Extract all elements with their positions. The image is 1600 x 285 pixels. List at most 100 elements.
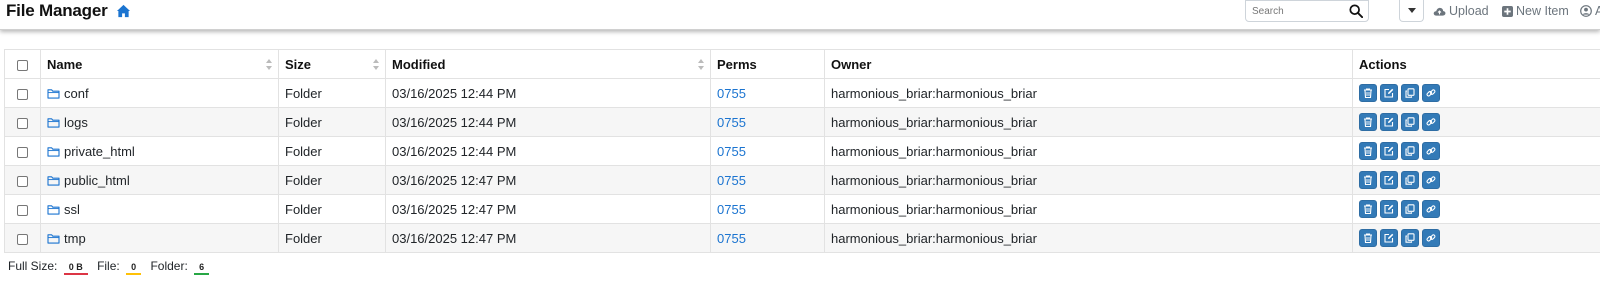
delete-button[interactable]: [1359, 142, 1377, 160]
delete-icon: [1364, 88, 1372, 98]
copy-button[interactable]: [1401, 200, 1419, 218]
size-cell: Folder: [278, 165, 386, 195]
row-checkbox[interactable]: [17, 204, 28, 216]
sort-icon[interactable]: [373, 59, 379, 70]
delete-icon: [1364, 117, 1372, 127]
link-button[interactable]: [1422, 229, 1440, 247]
actions-cell: [1352, 194, 1600, 224]
column-header-modified[interactable]: Modified: [385, 49, 711, 79]
file-name[interactable]: public_html: [64, 173, 130, 188]
column-header-size-label: Size: [285, 56, 312, 72]
file-name[interactable]: private_html: [64, 144, 135, 159]
sort-icon[interactable]: [698, 59, 704, 70]
name-cell[interactable]: ssl: [40, 194, 279, 224]
row-checkbox[interactable]: [17, 117, 28, 129]
delete-button[interactable]: [1359, 171, 1377, 189]
column-header-name-label: Name: [47, 56, 83, 72]
folder-count-badge: 6: [194, 260, 210, 275]
perms-link[interactable]: 0755: [717, 202, 746, 217]
perms-cell: 0755: [710, 223, 825, 253]
copy-button[interactable]: [1401, 113, 1419, 131]
row-checkbox[interactable]: [17, 146, 28, 158]
file-name[interactable]: conf: [64, 86, 89, 101]
rename-button[interactable]: [1380, 84, 1398, 102]
row-checkbox[interactable]: [17, 175, 28, 187]
name-cell[interactable]: private_html: [40, 136, 279, 166]
perms-cell: 0755: [710, 107, 825, 137]
rename-button[interactable]: [1380, 142, 1398, 160]
link-button[interactable]: [1422, 142, 1440, 160]
search-options-dropdown[interactable]: [1399, 0, 1424, 22]
row-checkbox[interactable]: [17, 88, 28, 100]
upload-link[interactable]: Upload: [1433, 4, 1489, 18]
rename-icon: [1384, 146, 1394, 156]
top-navbar: File Manager Upload New Item A: [0, 0, 1600, 30]
perms-cell: 0755: [710, 136, 825, 166]
folder-icon: [47, 233, 60, 244]
search-input[interactable]: [1252, 4, 1342, 19]
file-name[interactable]: logs: [64, 115, 88, 130]
link-icon: [1426, 118, 1436, 126]
delete-icon: [1364, 146, 1372, 156]
copy-button[interactable]: [1401, 229, 1419, 247]
table-row[interactable]: tmp Folder 03/16/2025 12:47 PM 0755 harm…: [4, 223, 1600, 253]
table-row[interactable]: logs Folder 03/16/2025 12:44 PM 0755 har…: [4, 107, 1600, 137]
owner-cell: harmonious_briar:harmonious_briar: [824, 78, 1353, 108]
select-all-checkbox[interactable]: [17, 59, 28, 71]
delete-button[interactable]: [1359, 200, 1377, 218]
actions-cell: [1352, 78, 1600, 108]
search-icon[interactable]: [1349, 4, 1363, 18]
column-header-name[interactable]: Name: [40, 49, 279, 79]
link-button[interactable]: [1422, 171, 1440, 189]
name-cell[interactable]: conf: [40, 78, 279, 108]
new-item-link[interactable]: New Item: [1502, 4, 1569, 18]
copy-button[interactable]: [1401, 142, 1419, 160]
rename-button[interactable]: [1380, 113, 1398, 131]
row-select-cell: [4, 194, 41, 224]
file-name[interactable]: tmp: [64, 231, 86, 246]
perms-link[interactable]: 0755: [717, 231, 746, 246]
rename-button[interactable]: [1380, 171, 1398, 189]
table-row[interactable]: private_html Folder 03/16/2025 12:44 PM …: [4, 136, 1600, 166]
account-label: A: [1595, 4, 1600, 18]
table-row[interactable]: ssl Folder 03/16/2025 12:47 PM 0755 harm…: [4, 194, 1600, 224]
row-checkbox[interactable]: [17, 233, 28, 245]
perms-link[interactable]: 0755: [717, 173, 746, 188]
sort-icon[interactable]: [266, 59, 272, 70]
home-icon[interactable]: [116, 4, 131, 18]
name-cell[interactable]: logs: [40, 107, 279, 137]
rename-button[interactable]: [1380, 200, 1398, 218]
app-title: File Manager: [6, 1, 108, 20]
name-cell[interactable]: tmp: [40, 223, 279, 253]
file-count-label: File:: [97, 259, 120, 273]
account-link[interactable]: A: [1580, 4, 1600, 18]
rename-icon: [1384, 204, 1394, 214]
file-name[interactable]: ssl: [64, 202, 80, 217]
delete-button[interactable]: [1359, 113, 1377, 131]
perms-link[interactable]: 0755: [717, 144, 746, 159]
rename-button[interactable]: [1380, 229, 1398, 247]
link-button[interactable]: [1422, 84, 1440, 102]
table-row[interactable]: conf Folder 03/16/2025 12:44 PM 0755 har…: [4, 78, 1600, 108]
folder-icon: [47, 88, 60, 99]
rename-icon: [1384, 88, 1394, 98]
link-icon: [1426, 147, 1436, 155]
copy-button[interactable]: [1401, 84, 1419, 102]
copy-icon: [1405, 233, 1415, 243]
delete-button[interactable]: [1359, 84, 1377, 102]
perms-link[interactable]: 0755: [717, 115, 746, 130]
column-header-size[interactable]: Size: [278, 49, 386, 79]
modified-cell: 03/16/2025 12:44 PM: [385, 136, 711, 166]
name-cell[interactable]: public_html: [40, 165, 279, 195]
table-row[interactable]: public_html Folder 03/16/2025 12:47 PM 0…: [4, 165, 1600, 195]
copy-button[interactable]: [1401, 171, 1419, 189]
link-button[interactable]: [1422, 113, 1440, 131]
copy-icon: [1405, 117, 1415, 127]
link-button[interactable]: [1422, 200, 1440, 218]
delete-button[interactable]: [1359, 229, 1377, 247]
owner-cell: harmonious_briar:harmonious_briar: [824, 136, 1353, 166]
delete-icon: [1364, 233, 1372, 243]
folder-icon: [47, 146, 60, 157]
perms-link[interactable]: 0755: [717, 86, 746, 101]
size-cell: Folder: [278, 194, 386, 224]
